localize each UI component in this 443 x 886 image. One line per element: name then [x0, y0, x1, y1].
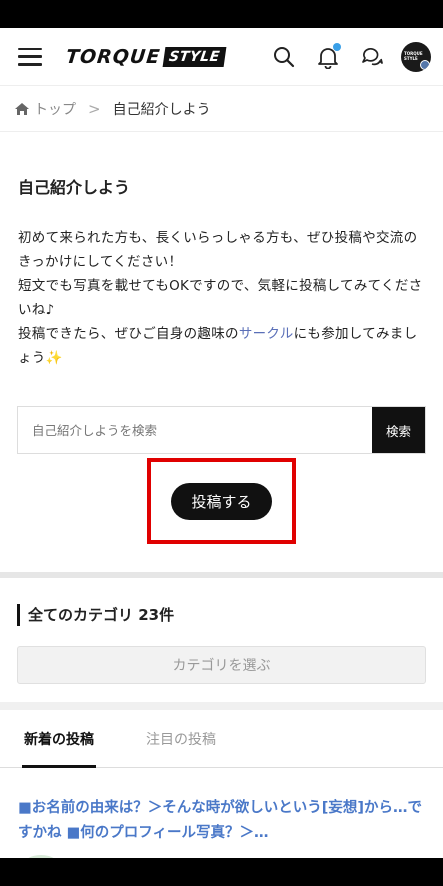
highlight-box: 投稿する [147, 458, 296, 544]
avatar-label: TORQUE STYLE [404, 50, 423, 61]
user-avatar[interactable]: TORQUE STYLE [401, 41, 431, 72]
post-tabs: 新着の投稿 注目の投稿 [0, 710, 443, 768]
status-bar [0, 0, 443, 28]
page-title: 自己紹介しよう [18, 178, 131, 197]
post-title[interactable]: ■お名前の由来は？＞そんな時が欲しいという[妄想]から…ですかね ■何のプロフィ… [18, 796, 425, 846]
category-select[interactable]: カテゴリを選ぶ [17, 646, 426, 684]
system-nav-bar [0, 858, 443, 886]
search-bar: 検索 [17, 406, 426, 454]
section-divider [0, 702, 443, 710]
app-header: TORQUE STYLE TORQUE STYLE [0, 28, 443, 86]
avatar-badge [420, 59, 430, 70]
bell-icon[interactable] [313, 42, 343, 72]
logo-badge: STYLE [162, 46, 227, 67]
search-button[interactable]: 検索 [372, 407, 425, 453]
page-description: 初めて来られた方も、長くいらっしゃる方も、ぜひ投稿や交流のきっかけにしてください… [0, 198, 443, 370]
logo-wordmark: TORQUE [64, 45, 162, 68]
app-screen: TORQUE STYLE TORQUE STYLE トップ > 自己紹介しよう … [0, 28, 443, 858]
breadcrumb-separator: > [88, 99, 101, 118]
site-logo[interactable]: TORQUE STYLE [64, 45, 227, 68]
tab-latest-posts[interactable]: 新着の投稿 [22, 710, 96, 768]
search-icon[interactable] [269, 42, 299, 72]
section-divider [0, 572, 443, 578]
search-input[interactable] [18, 407, 372, 453]
breadcrumb-home[interactable]: トップ [14, 99, 76, 119]
list-item[interactable]: ■お名前の由来は？＞そんな時が欲しいという[妄想]から…ですかね ■何のプロフィ… [0, 768, 443, 858]
hamburger-menu-icon[interactable] [18, 47, 42, 66]
tab-featured-posts[interactable]: 注目の投稿 [146, 710, 216, 767]
description-line-3: 投稿できたら、ぜひご自身の趣味のサークルにも参加してみましょう✨ [18, 326, 418, 366]
description-line-2: 短文でも写真を載せてもOKですので、気軽に投稿してみてくださいね♪ [18, 278, 423, 318]
post-button-area: 投稿する [0, 458, 443, 544]
circle-link[interactable]: サークル [239, 326, 294, 342]
home-icon [15, 102, 29, 115]
chat-bubbles-icon[interactable] [357, 42, 387, 72]
breadcrumb-current: 自己紹介しよう [112, 101, 211, 118]
notification-dot [333, 42, 341, 51]
breadcrumb-home-label: トップ [34, 101, 76, 118]
breadcrumb: トップ > 自己紹介しよう [0, 86, 443, 132]
category-heading: 全てのカテゴリ 23件 [17, 604, 443, 626]
post-button[interactable]: 投稿する [171, 482, 272, 520]
description-line-1: 初めて来られた方も、長くいらっしゃる方も、ぜひ投稿や交流のきっかけにしてください… [18, 230, 418, 270]
